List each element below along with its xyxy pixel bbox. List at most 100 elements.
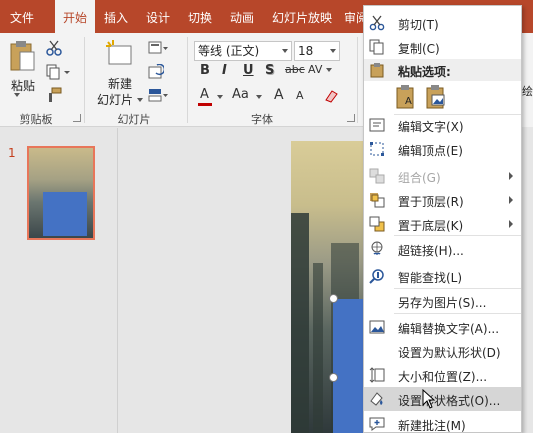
menu-item-size-position[interactable]: 大小和位置(Z)...	[364, 363, 521, 387]
powerpoint-window: 文件 开始 插入 设计 切换 动画 幻灯片放映 审阅 粘贴 剪贴板 新建 幻灯片…	[0, 0, 533, 433]
menu-item-send-to-back[interactable]: 置于底层(K)	[364, 212, 521, 236]
strikethrough-button[interactable]: abc	[285, 63, 305, 76]
layout-icon[interactable]	[147, 39, 169, 57]
submenu-arrow-icon	[509, 220, 513, 228]
svg-text:A: A	[405, 96, 412, 107]
menu-item-edit-points[interactable]: 编辑顶点(E)	[364, 137, 521, 161]
menu-item-label: 设置为默认形状(D)	[398, 346, 501, 360]
font-size-combo[interactable]: 18	[294, 41, 340, 61]
menu-item-save-as-picture[interactable]: 另存为图片(S)...	[364, 289, 521, 313]
shrink-font-button[interactable]: A	[296, 89, 304, 102]
tree-silhouette	[291, 213, 309, 433]
chevron-down-icon[interactable]	[217, 95, 223, 99]
menu-item-label: 设置形状格式(O)...	[398, 394, 501, 408]
menu-item-label: 剪切(T)	[398, 18, 439, 32]
char-spacing-button[interactable]: AV	[308, 63, 322, 76]
new-slide-dropdown-icon[interactable]	[137, 98, 143, 102]
chevron-down-icon[interactable]	[256, 95, 262, 99]
tab-home[interactable]: 开始	[55, 0, 95, 33]
cut-icon[interactable]	[45, 39, 63, 57]
menu-item-group[interactable]: 组合(G)	[364, 164, 521, 188]
menu-item-cut[interactable]: 剪切(T)	[364, 11, 521, 35]
tab-insert[interactable]: 插入	[98, 0, 134, 33]
tab-file[interactable]: 文件	[0, 0, 44, 33]
new-slide-icon[interactable]	[104, 39, 134, 69]
paste-icon[interactable]	[8, 39, 36, 73]
menu-item-hyperlink[interactable]: 超链接(H)...	[364, 237, 521, 261]
menu-item-copy[interactable]: 复制(C)	[364, 35, 521, 59]
shadow-button[interactable]: S	[265, 63, 274, 78]
paste-picture-icon[interactable]	[424, 84, 448, 110]
font-launcher-icon[interactable]	[347, 114, 355, 122]
ribbon-right-edge: 绘	[521, 33, 533, 127]
menu-item-set-default-shape[interactable]: 设置为默认形状(D)	[364, 339, 521, 363]
copy-icon[interactable]	[45, 63, 73, 81]
tree-silhouette	[313, 263, 323, 433]
tab-design[interactable]: 设计	[140, 0, 176, 33]
underline-button[interactable]: U	[243, 63, 254, 78]
menu-item-label: 编辑文字(X)	[398, 120, 464, 134]
menu-item-edit-alt-text[interactable]: 编辑替换文字(A)...	[364, 315, 521, 339]
font-group-label: 字体	[251, 113, 273, 126]
reset-slide-icon[interactable]	[147, 63, 165, 81]
italic-button[interactable]: I	[222, 63, 227, 78]
menu-item-label: 粘贴选项:	[398, 65, 451, 79]
menu-item-label: 智能查找(L)	[398, 271, 463, 285]
paste-button-label[interactable]: 粘贴	[11, 77, 35, 94]
menu-item-label: 编辑顶点(E)	[398, 144, 463, 158]
tab-animations[interactable]: 动画	[224, 0, 260, 33]
menu-divider	[394, 313, 521, 314]
format-shape-icon	[369, 391, 385, 407]
menu-item-label: 大小和位置(Z)...	[398, 370, 488, 384]
font-size-value: 18	[298, 44, 314, 58]
paste-dropdown-icon[interactable]	[14, 93, 20, 97]
resize-handle[interactable]	[329, 294, 338, 303]
change-case-button[interactable]: Aa	[232, 87, 249, 102]
menu-item-label: 复制(C)	[398, 42, 440, 56]
paste-options-header: 粘贴选项:	[364, 59, 521, 81]
font-name-combo[interactable]: 等线 (正文)	[194, 41, 292, 61]
context-menu: 剪切(T) 复制(C) 粘贴选项: A 编辑文字(X) 编辑顶点(E) 组合(G…	[363, 5, 522, 433]
alt-text-icon	[369, 319, 385, 335]
new-slide-label-1[interactable]: 新建	[108, 75, 132, 92]
menu-item-bring-to-front[interactable]: 置于顶层(R)	[364, 188, 521, 212]
slide-thumbnail[interactable]	[27, 146, 95, 240]
format-painter-icon[interactable]	[45, 86, 63, 104]
submenu-arrow-icon	[509, 172, 513, 180]
selected-rectangle-shape[interactable]	[333, 299, 365, 433]
mouse-pointer-icon	[422, 388, 436, 412]
bring-front-icon	[369, 192, 385, 208]
hyperlink-icon	[369, 241, 385, 257]
chevron-down-icon	[330, 49, 336, 53]
section-icon[interactable]	[147, 86, 169, 104]
size-position-icon	[369, 367, 385, 383]
font-color-swatch	[198, 103, 212, 106]
clipboard-launcher-icon[interactable]	[73, 114, 81, 122]
font-color-button[interactable]: A	[200, 87, 209, 102]
send-back-icon	[369, 216, 385, 232]
group-divider	[357, 37, 358, 123]
menu-item-new-comment[interactable]: 新建批注(M)	[364, 412, 521, 433]
menu-item-label: 新建批注(M)	[398, 419, 466, 433]
menu-item-smart-lookup[interactable]: 智能查找(L)	[364, 264, 521, 288]
menu-item-label: 组合(G)	[398, 171, 441, 185]
resize-handle[interactable]	[329, 373, 338, 382]
tab-transitions[interactable]: 切换	[182, 0, 218, 33]
menu-item-label: 编辑替换文字(A)...	[398, 322, 500, 336]
smart-lookup-icon	[369, 268, 385, 284]
clear-format-icon[interactable]	[322, 87, 340, 105]
paste-keep-text-icon[interactable]: A	[394, 84, 418, 110]
slides-group-label: 幻灯片	[117, 113, 151, 126]
copy-icon	[369, 39, 385, 55]
bold-button[interactable]: B	[200, 63, 210, 78]
paste-icon	[369, 62, 385, 81]
grow-font-button[interactable]: A	[274, 87, 284, 103]
new-comment-icon	[369, 416, 385, 432]
new-slide-label-2[interactable]: 幻灯片	[97, 91, 133, 108]
group-icon	[369, 168, 385, 184]
chevron-down-icon[interactable]	[326, 68, 332, 72]
menu-item-format-shape[interactable]: 设置形状格式(O)...	[364, 387, 521, 411]
tab-slideshow[interactable]: 幻灯片放映	[266, 0, 338, 33]
menu-item-edit-text[interactable]: 编辑文字(X)	[364, 113, 521, 137]
menu-item-label: 置于底层(K)	[398, 219, 464, 233]
